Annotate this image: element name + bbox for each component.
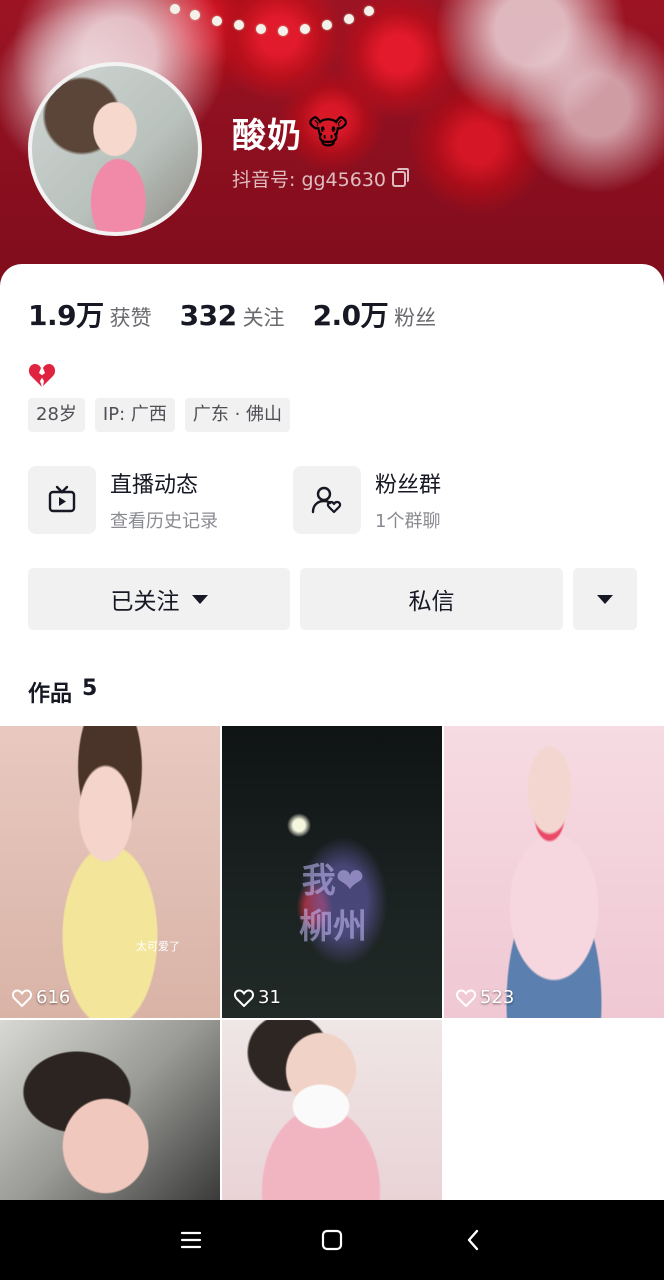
- stats-row: 1.9万 获赞 332 关注 2.0万 粉丝: [28, 294, 464, 334]
- heart-outline-icon: [456, 988, 476, 1007]
- caret-down-icon: [191, 594, 208, 604]
- stat-following[interactable]: 332 关注: [180, 299, 285, 332]
- like-count: 616: [12, 987, 70, 1008]
- copy-icon[interactable]: [392, 167, 410, 187]
- video-thumbnail[interactable]: [0, 1020, 220, 1200]
- heart-outline-icon: [12, 988, 32, 1007]
- like-count-value: 31: [258, 987, 281, 1008]
- cow-emoji-icon: 🐮: [308, 112, 349, 153]
- stat-likes-label: 获赞: [109, 306, 152, 330]
- more-button[interactable]: [573, 568, 637, 630]
- live-history-title: 直播动态: [110, 473, 199, 498]
- followed-button[interactable]: 已关注: [28, 568, 290, 630]
- message-button[interactable]: 私信: [300, 568, 563, 630]
- caret-down-icon: [597, 594, 613, 604]
- group-icon: [293, 466, 361, 534]
- video-thumbnail[interactable]: 523: [444, 726, 664, 1018]
- stat-followers-label: 粉丝: [394, 306, 437, 330]
- stat-following-value: 332: [179, 299, 237, 332]
- works-count: 5: [82, 676, 98, 701]
- fan-group-entry[interactable]: 粉丝群 1个群聊: [293, 466, 558, 534]
- like-count: 523: [456, 987, 514, 1008]
- fan-group-subtitle: 1个群聊: [375, 511, 441, 532]
- live-history-entry[interactable]: 直播动态 查看历史记录: [28, 466, 293, 534]
- works-tab[interactable]: 作品 5: [28, 676, 97, 708]
- menu-icon[interactable]: [161, 1210, 221, 1270]
- like-count-value: 523: [480, 987, 515, 1008]
- tag-location: 广东 · 佛山: [184, 398, 291, 432]
- stat-likes[interactable]: 1.9万 获赞: [28, 294, 152, 334]
- video-thumbnail[interactable]: 我❤柳州 31: [222, 726, 442, 1018]
- pearl-necklace-decoration: [160, 0, 380, 40]
- profile-name: 酸奶: [232, 116, 302, 156]
- profile-card: 1.9万 获赞 332 关注 2.0万 粉丝 28岁 IP: 广西 广东 · 佛…: [0, 264, 664, 1200]
- tag-ip: IP: 广西: [94, 398, 175, 432]
- douyin-id: 抖音号: gg45630: [232, 169, 387, 191]
- works-label: 作品: [28, 682, 73, 707]
- stat-followers[interactable]: 2.0万 粉丝: [313, 294, 437, 334]
- works-grid: 太可爱了 616 我❤柳州 31 523: [0, 726, 664, 1200]
- video-overlay-text: 我❤柳州: [299, 861, 367, 947]
- home-icon[interactable]: [302, 1210, 362, 1270]
- action-row: 已关注 私信: [28, 568, 637, 630]
- broken-heart-icon: [28, 364, 56, 387]
- video-thumbnail[interactable]: [222, 1020, 442, 1200]
- followed-label: 已关注: [110, 589, 180, 615]
- feature-row: 直播动态 查看历史记录 粉丝群 1个群聊: [28, 466, 638, 534]
- tv-icon: [28, 466, 96, 534]
- back-icon[interactable]: [443, 1210, 503, 1270]
- douyin-id-row[interactable]: 抖音号: gg45630: [232, 165, 410, 192]
- stat-likes-value: 1.9万: [28, 299, 104, 332]
- profile-name-row: 酸奶 🐮: [232, 108, 348, 157]
- heart-outline-icon: [234, 988, 254, 1007]
- message-label: 私信: [408, 589, 455, 615]
- fan-group-title: 粉丝群: [375, 473, 442, 498]
- video-caption: 太可爱了: [136, 940, 180, 953]
- stat-following-label: 关注: [242, 306, 285, 330]
- video-thumbnail[interactable]: 太可爱了 616: [0, 726, 220, 1018]
- stat-followers-value: 2.0万: [312, 299, 389, 332]
- system-navigation-bar: [0, 1200, 664, 1280]
- like-count-value: 616: [36, 987, 71, 1008]
- tag-age: 28岁: [28, 398, 85, 432]
- avatar[interactable]: [28, 62, 202, 236]
- profile-tags: 28岁 IP: 广西 广东 · 佛山: [28, 398, 291, 432]
- like-count: 31: [234, 987, 281, 1008]
- live-history-subtitle: 查看历史记录: [110, 511, 218, 532]
